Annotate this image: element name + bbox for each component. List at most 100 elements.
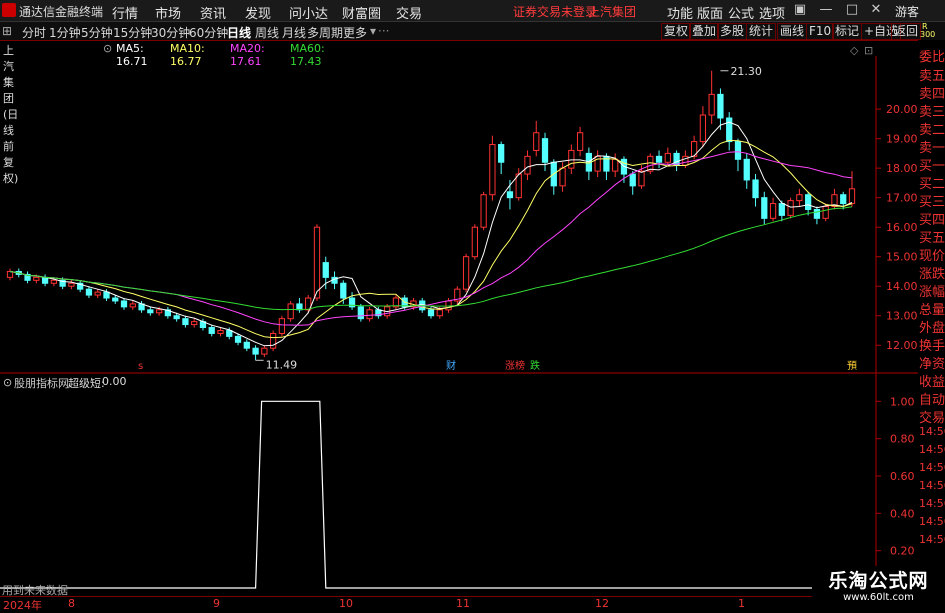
tool-f10[interactable]: F10 [806, 23, 835, 40]
y-tick-label: 15.00 [886, 251, 918, 264]
minimize-icon[interactable]: — [818, 2, 834, 18]
period-1min[interactable]: 1分钟 [49, 24, 81, 41]
tool-tongji[interactable]: 统计 [746, 23, 777, 40]
login-status[interactable]: 证券交易未登录 [513, 3, 597, 20]
candle-body [112, 297, 119, 302]
toolbar-left-icon[interactable]: ⊞ [2, 24, 12, 38]
candle-body [568, 149, 575, 169]
date-axis: 2024年 8 9 10 11 12 1 [0, 596, 918, 612]
candle-body [68, 282, 75, 287]
menu-banmian[interactable]: 版面 [697, 3, 723, 22]
candle-body [33, 276, 40, 281]
candle-body [489, 144, 496, 196]
tool-fuquan[interactable]: 复权 [661, 23, 692, 40]
panel-sell3: 卖三 [919, 105, 945, 120]
close-icon[interactable]: ✕ [868, 2, 884, 18]
candle-body [50, 279, 57, 284]
menu-zixun[interactable]: 资讯 [200, 3, 226, 22]
panel-change: 涨跌 [919, 267, 945, 282]
candle-body [234, 335, 242, 343]
indicator-settings-icon[interactable]: ⊙ [3, 376, 12, 389]
period-more[interactable]: 更多 [343, 24, 367, 41]
y-tick-label: 18.00 [886, 162, 918, 175]
period-60min[interactable]: 60分钟 [189, 24, 228, 41]
y-tick-label: 12.00 [886, 339, 918, 352]
menu-xuanxiang[interactable]: 选项 [759, 3, 785, 22]
chevron-down-icon[interactable]: ▾ [370, 24, 376, 38]
indicator-y-label: 1.00 [890, 395, 915, 408]
indicator-y-label: 0.20 [890, 545, 915, 558]
indicator-name: 股朋指标网 [14, 377, 69, 390]
date-label: 9 [213, 597, 220, 610]
menu-faxian[interactable]: 发现 [245, 3, 271, 22]
panel-auto[interactable]: 自动 [919, 389, 945, 408]
legend-settings-icon[interactable]: ⊙ [103, 42, 112, 55]
date-label: 8 [68, 597, 75, 610]
maximize-icon[interactable]: □ [844, 2, 860, 18]
date-label: 10 [339, 597, 353, 610]
panel-sell1: 卖一 [919, 141, 945, 156]
period-weekly[interactable]: 周线 [255, 24, 279, 41]
stock-title: 上汽集团 [588, 5, 637, 19]
candle-body [805, 194, 812, 210]
app-title: 通达信金融终端 [19, 5, 104, 19]
panel-tick-time: 14:56 [919, 515, 945, 528]
panel-outer: 外盘 [919, 321, 945, 336]
candle-body [699, 114, 707, 143]
candle-body [6, 270, 14, 278]
indicator-chart[interactable]: 1.00 0.80 0.60 0.40 0.20 [0, 374, 918, 596]
candle-body [357, 306, 364, 320]
panel-tick-time: 14:56 [919, 425, 945, 438]
price-chart[interactable]: 20.00 19.00 18.00 17.00 16.00 15.00 14.00 13.00… [0, 56, 918, 374]
candle-body [638, 170, 645, 187]
menu-hangqing[interactable]: 行情 [112, 3, 138, 22]
y-tick-label: 14.00 [886, 280, 918, 293]
menu-jiaoyi[interactable]: 交易 [396, 3, 422, 22]
candle-body [173, 315, 180, 320]
menu-gongshi[interactable]: 公式 [728, 3, 754, 22]
candle-body [655, 155, 663, 163]
candle-body [480, 194, 487, 228]
period-multi[interactable]: 多周期 [307, 24, 343, 41]
indicator-y-label: 0.40 [890, 507, 915, 520]
candle-body [252, 347, 259, 355]
period-daily[interactable]: 日线 [227, 24, 251, 41]
period-30min[interactable]: 30分钟 [151, 24, 190, 41]
tool-back[interactable]: 返回 [891, 23, 922, 40]
menu-wenxiaoda[interactable]: 问小达 [289, 3, 328, 22]
event-yu-tag: 預 [847, 360, 857, 372]
candle-body [436, 309, 443, 317]
tool-huaxian[interactable]: 画线 [777, 23, 808, 40]
period-fenshi[interactable]: 分时 [22, 24, 46, 41]
period-5min[interactable]: 5分钟 [81, 24, 113, 41]
watermark-url: www.60lt.com [812, 592, 945, 609]
toolbar-dots-icon[interactable]: ··· [378, 24, 389, 38]
menu-gongneng[interactable]: 功能 [667, 3, 693, 22]
y-tick-label: 20.00 [886, 103, 918, 116]
candle-body [498, 144, 505, 163]
panel-trade[interactable]: 交易 [919, 407, 945, 426]
panel-n-label: 300 [920, 30, 936, 39]
indicator-value: 0.00 [102, 375, 127, 388]
skin-icon[interactable]: ▣ [792, 2, 808, 18]
candle-body [743, 158, 750, 181]
candle-body [226, 329, 233, 337]
panel-netasset: 净资 [919, 357, 945, 372]
guest-label[interactable]: 游客 [895, 3, 919, 20]
ma20-line [9, 151, 853, 326]
candle-body [129, 303, 136, 308]
tool-diejia[interactable]: 叠加 [689, 23, 720, 40]
period-15min[interactable]: 15分钟 [113, 24, 152, 41]
candle-body [761, 197, 768, 219]
menu-caifuquan[interactable]: 财富圈 [342, 3, 381, 22]
panel-tick-time: 14:56 [919, 479, 945, 492]
candle-body [120, 300, 128, 308]
candle-body [94, 291, 101, 296]
tool-duogu[interactable]: 多股 [717, 23, 748, 40]
menu-shichang[interactable]: 市场 [155, 3, 181, 22]
candle-body [103, 291, 110, 299]
tool-biaoji[interactable]: 标记 [832, 23, 863, 40]
candle-body [708, 93, 715, 116]
candle-body [278, 318, 286, 334]
period-monthly[interactable]: 月线 [282, 24, 306, 41]
